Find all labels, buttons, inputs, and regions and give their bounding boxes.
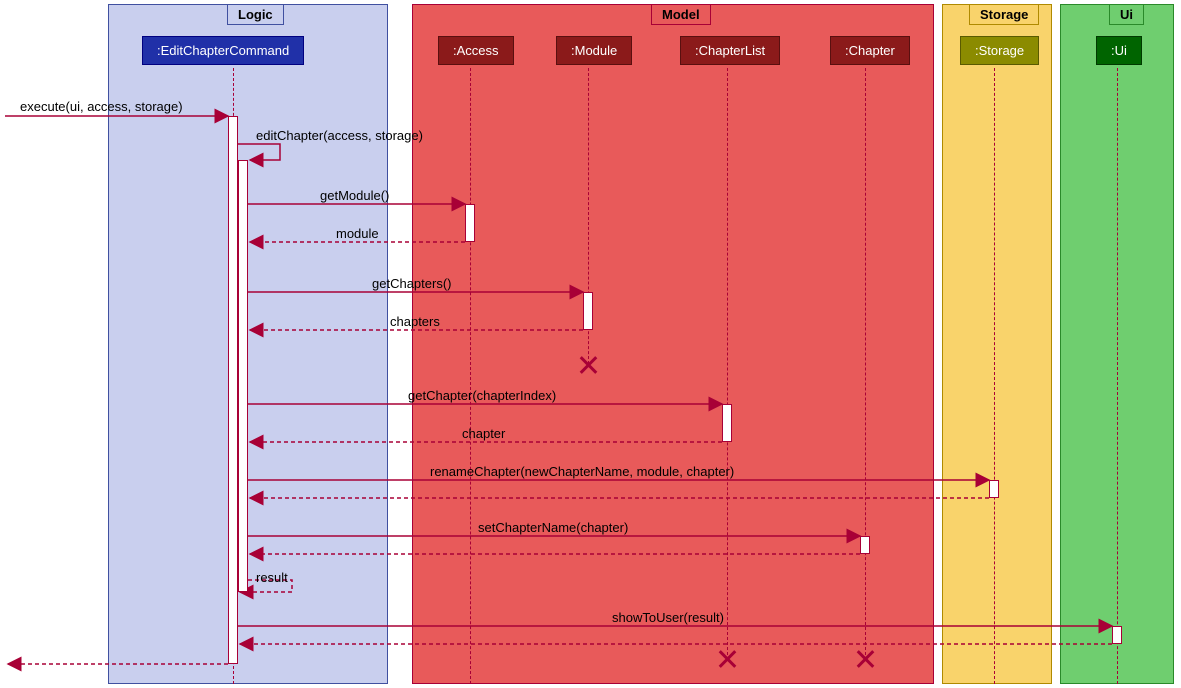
participant-storage: :Storage <box>960 36 1039 65</box>
participant-chapter-label: :Chapter <box>845 43 895 58</box>
participant-storage-label: :Storage <box>975 43 1024 58</box>
participant-access: :Access <box>438 36 514 65</box>
msg-execute: execute(ui, access, storage) <box>20 99 183 114</box>
msg-getchapter: getChapter(chapterIndex) <box>408 388 556 403</box>
participant-module-label: :Module <box>571 43 617 58</box>
participant-chapterlist: :ChapterList <box>680 36 780 65</box>
box-model-label: Model <box>662 7 700 22</box>
lifeline-access <box>470 68 471 684</box>
destroy-chapter <box>856 650 874 668</box>
box-model: Model <box>412 4 934 684</box>
box-ui-label: Ui <box>1120 7 1133 22</box>
msg-getchapters: getChapters() <box>372 276 451 291</box>
box-storage-label: Storage <box>980 7 1028 22</box>
activation-access <box>465 204 475 242</box>
activation-ui <box>1112 626 1122 644</box>
ret-chapter: chapter <box>462 426 505 441</box>
activation-chapterlist <box>722 404 732 442</box>
lifeline-ui <box>1117 68 1118 684</box>
ret-chapters: chapters <box>390 314 440 329</box>
ret-result: result <box>256 570 288 585</box>
box-logic-label: Logic <box>238 7 273 22</box>
ret-module: module <box>336 226 379 241</box>
destroy-module <box>579 356 597 374</box>
participant-chapter: :Chapter <box>830 36 910 65</box>
box-storage: Storage <box>942 4 1052 684</box>
msg-showtouser: showToUser(result) <box>612 610 724 625</box>
box-storage-header: Storage <box>969 4 1039 25</box>
msg-setchaptername: setChapterName(chapter) <box>478 520 628 535</box>
activation-module <box>583 292 593 330</box>
participant-access-label: :Access <box>453 43 499 58</box>
msg-renamechapter: renameChapter(newChapterName, module, ch… <box>430 464 734 479</box>
participant-editcmd: :EditChapterCommand <box>142 36 304 65</box>
activation-storage <box>989 480 999 498</box>
box-ui-header: Ui <box>1109 4 1144 25</box>
destroy-chapterlist <box>718 650 736 668</box>
participant-ui-label: :Ui <box>1111 43 1127 58</box>
participant-chapterlist-label: :ChapterList <box>695 43 765 58</box>
msg-getmodule: getModule() <box>320 188 389 203</box>
lifeline-storage <box>994 68 995 684</box>
sequence-diagram: Logic Model Storage Ui :EditChapterComma… <box>0 0 1181 688</box>
activation-editcmd-inner <box>238 160 248 592</box>
lifeline-chapter <box>865 68 866 660</box>
activation-editcmd-outer <box>228 116 238 664</box>
box-model-header: Model <box>651 4 711 25</box>
lifeline-chapterlist <box>727 68 728 660</box>
activation-chapter <box>860 536 870 554</box>
participant-module: :Module <box>556 36 632 65</box>
msg-editchapter: editChapter(access, storage) <box>256 128 423 143</box>
participant-editcmd-label: :EditChapterCommand <box>157 43 289 58</box>
participant-ui: :Ui <box>1096 36 1142 65</box>
box-logic-header: Logic <box>227 4 284 25</box>
